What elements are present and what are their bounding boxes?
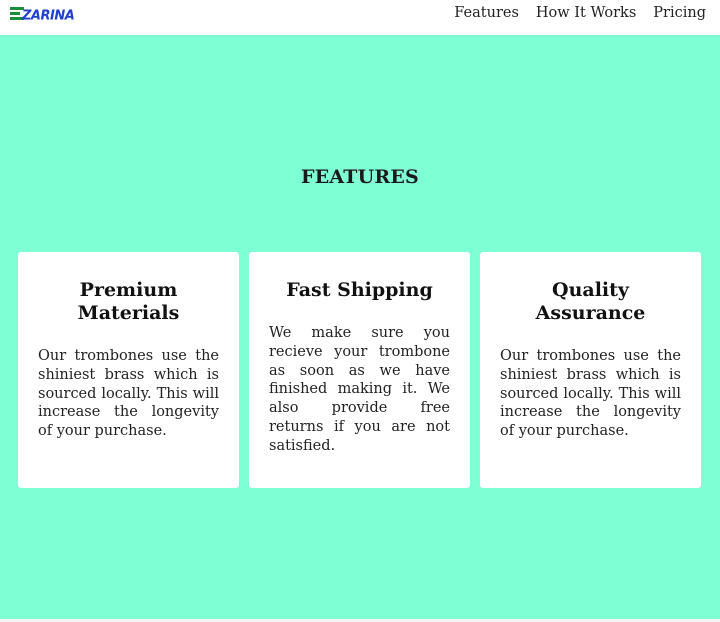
feature-card-text: We make sure you recieve your trombone a… [269,325,450,454]
nav-link-pricing[interactable]: Pricing [653,4,706,22]
feature-card-text: Our trombones use the shiniest brass whi… [500,348,681,440]
main-nav: Features How It Works Pricing [454,4,706,22]
feature-card-quality-assurance: Quality Assurance Our trombones use the … [480,252,701,488]
logo-text: ZARINA [21,9,74,23]
site-header: ZARINA Features How It Works Pricing [0,0,720,35]
feature-card-text: Our trombones use the shiniest brass whi… [38,348,219,440]
feature-card-title: Premium Materials [77,279,180,324]
brand-logo[interactable]: ZARINA [10,4,84,22]
feature-card-premium-materials: Premium Materials Our trombones use the … [18,252,239,488]
feature-card-title: Quality Assurance [535,279,646,324]
nav-link-how-it-works[interactable]: How It Works [536,4,636,22]
features-heading: FEATURES [301,166,419,188]
feature-card-fast-shipping: Fast Shipping We make sure you recieve y… [249,252,470,488]
nav-link-features[interactable]: Features [454,4,519,22]
feature-card-title: Fast Shipping [286,279,433,301]
